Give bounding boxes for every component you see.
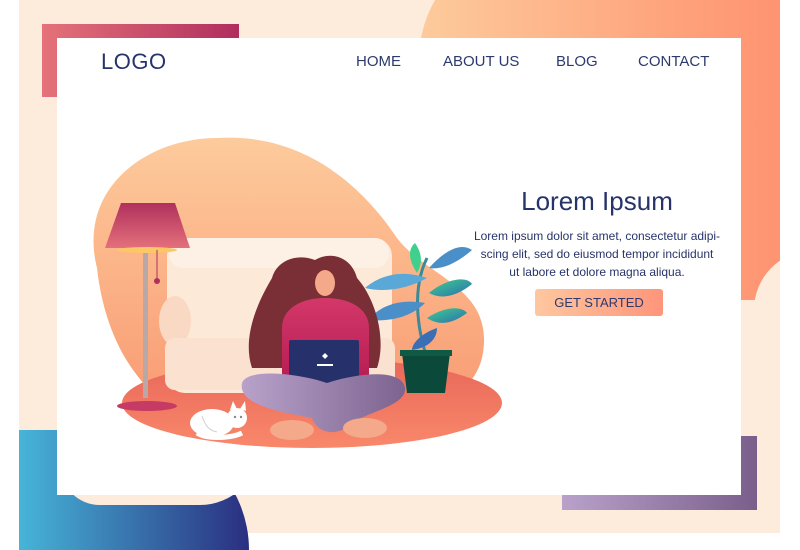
landing-card: LOGO HOME ABOUT US BLOG CONTACT Lorem Ip… (57, 38, 741, 495)
hero-text-line: Lorem ipsum dolor sit amet, consectetur … (473, 229, 721, 243)
get-started-button[interactable]: GET STARTED (535, 289, 663, 316)
decor-cream-cut (754, 250, 780, 533)
hero-description: Lorem ipsum dolor sit amet, consectetur … (462, 227, 732, 281)
hero-text-line: scing elit, sed do eiusmod tempor incidi… (480, 247, 714, 261)
hero-text-line: ut labore et dolore magna aliqua. (509, 265, 685, 279)
hero-title: Lorem Ipsum (521, 186, 673, 216)
